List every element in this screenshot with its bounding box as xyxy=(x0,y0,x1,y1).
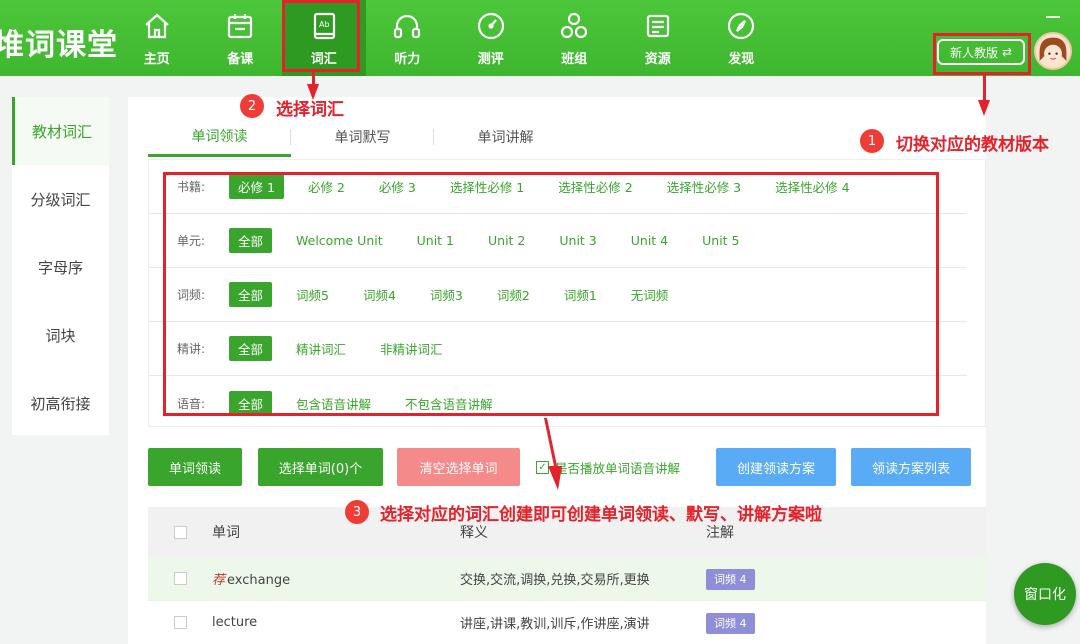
mode-tabs: 单词领读 单词默写 单词讲解 xyxy=(148,117,577,157)
category-sidebar: 教材词汇 分级词汇 字母序 词块 初高衔接 xyxy=(12,97,109,435)
clear-selection-button[interactable]: 清空选择单词 xyxy=(397,448,520,486)
resource-icon xyxy=(646,14,669,38)
annotation-switch-edition: 切换对应的教材版本 xyxy=(896,135,1049,155)
highlight-vocab-nav xyxy=(282,0,360,72)
sidebar-item-alphabetical[interactable]: 字母序 xyxy=(12,233,109,301)
arrow-down-icon xyxy=(978,100,990,116)
nav-prepare[interactable]: 备课 xyxy=(199,0,283,76)
select-words-button[interactable]: 选择单词(0)个 xyxy=(258,448,383,486)
recommend-mark: 荐 xyxy=(212,573,226,588)
nav-discover[interactable]: 发现 xyxy=(700,0,784,76)
word-read-button[interactable]: 单词领读 xyxy=(148,448,242,486)
annotation-create-plan: 选择对应的词汇创建即可创建单词领读、默写、讲解方案啦 xyxy=(380,505,822,525)
compass-icon xyxy=(728,12,755,40)
nav-home[interactable]: 主页 xyxy=(115,0,199,76)
step-badge: 1 xyxy=(860,129,884,153)
tab-word-dictation[interactable]: 单词默写 xyxy=(291,117,434,157)
tab-word-explain[interactable]: 单词讲解 xyxy=(434,117,577,157)
row-checkbox[interactable] xyxy=(173,572,187,585)
create-plan-button[interactable]: 创建领读方案 xyxy=(716,448,837,486)
home-icon xyxy=(145,13,169,39)
plan-list-button[interactable]: 领读方案列表 xyxy=(851,448,972,486)
sidebar-item-graded-vocab[interactable]: 分级词汇 xyxy=(12,165,109,233)
avatar[interactable] xyxy=(1034,32,1072,70)
nav-listening[interactable]: 听力 xyxy=(366,0,450,76)
calendar-icon xyxy=(228,14,253,39)
row-checkbox[interactable] xyxy=(173,616,187,629)
highlight-edition-switch xyxy=(933,33,1031,75)
step-badge: 3 xyxy=(345,500,369,524)
sidebar-item-textbook-vocab[interactable]: 教材词汇 xyxy=(12,97,109,165)
select-all-checkbox[interactable] xyxy=(173,525,187,539)
arrow-down-icon xyxy=(544,418,562,490)
app-brand: 堆词课堂 xyxy=(0,28,118,63)
word-table: 单词 释义 注解 荐 exchange 交换,交流,调换,兑换,交易所,更换 词频… xyxy=(148,507,986,644)
highlight-filter-panel xyxy=(163,172,939,416)
arrow-line xyxy=(983,75,986,101)
nav-resource[interactable]: 资源 xyxy=(616,0,700,76)
step-badge: 2 xyxy=(240,94,264,118)
minimize-icon[interactable] xyxy=(1046,16,1060,18)
nav-class[interactable]: 班组 xyxy=(533,0,617,76)
gauge-icon xyxy=(477,12,504,40)
tab-word-read[interactable]: 单词领读 xyxy=(148,117,291,157)
sidebar-item-bridge[interactable]: 初高衔接 xyxy=(12,369,109,437)
table-row[interactable]: 荐 exchange 交换,交流,调换,兑换,交易所,更换 词频 4 xyxy=(148,557,986,601)
group-icon xyxy=(561,12,588,39)
main-nav: 主页 备课 Ab 词汇 听力 测评 班组 资源 发现 xyxy=(115,0,783,76)
frequency-badge: 词频 4 xyxy=(706,612,755,634)
frequency-badge: 词频 4 xyxy=(706,568,755,590)
avatar-face-icon xyxy=(1039,37,1067,63)
windowed-mode-button[interactable]: 窗口化 xyxy=(1014,563,1076,625)
headphones-icon xyxy=(394,14,421,39)
annotation-select-vocab: 选择词汇 xyxy=(276,100,344,120)
table-row[interactable]: lecture 讲座,讲课,教训,训斥,作讲座,演讲 词频 4 xyxy=(148,601,986,644)
nav-assess[interactable]: 测评 xyxy=(449,0,533,76)
sidebar-item-word-chunks[interactable]: 词块 xyxy=(12,301,109,369)
top-bar: 堆词课堂 主页 备课 Ab 词汇 听力 测评 班组 资源 发现 新人教版 ⇄ xyxy=(0,0,1080,76)
